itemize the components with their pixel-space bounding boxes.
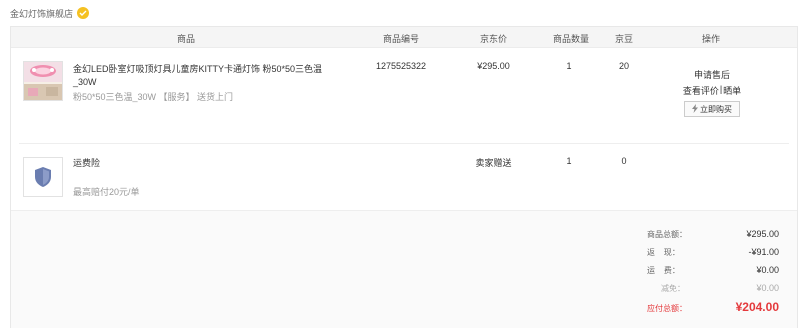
discount-value: ¥0.00	[756, 283, 779, 293]
view-review-link[interactable]: 查看评价	[683, 84, 719, 97]
total-value: ¥204.00	[735, 300, 779, 314]
product-title[interactable]: 金幻LED卧室灯吸顶灯具儿童房KITTY卡通灯饰 粉50*50三色温 _30W	[73, 63, 323, 89]
insurance-sub: 最高赔付20元/单	[73, 187, 140, 197]
goods-total-label: 商品总额：	[647, 230, 687, 239]
rebate-label: 返 现：	[647, 248, 680, 257]
shop-badge-icon	[77, 7, 90, 19]
insurance-title: 运费险	[73, 158, 101, 168]
goods-total-value: ¥295.00	[746, 229, 779, 239]
share-order-link[interactable]: 晒单	[723, 84, 741, 97]
header-price: 京东价	[479, 34, 507, 44]
apply-after-sale-link[interactable]: 申请售后	[683, 68, 741, 81]
buy-again-button[interactable]: 立即购买	[684, 101, 740, 117]
lightning-icon	[692, 103, 698, 115]
product-title-line1[interactable]: 金幻LED卧室灯吸顶灯具儿童房KITTY卡通灯饰 粉50*50三色温	[73, 63, 323, 76]
rebate-value: -¥91.00	[748, 247, 779, 257]
link-separator: |	[719, 84, 723, 94]
header-action: 操作	[701, 34, 720, 44]
insurance-price: 卖家赠送	[475, 158, 512, 168]
insurance-beans: 0	[621, 156, 627, 166]
total-label: 应付总额：	[647, 304, 687, 313]
product-qty: 1	[566, 61, 572, 71]
order-summary: 商品总额： ¥295.00 返 现： -¥91.00 运 费： ¥0.00 减免…	[11, 210, 797, 328]
header-qty: 商品数量	[552, 34, 589, 44]
product-sku: 1275525322	[375, 61, 427, 71]
review-share-links: 查看评价 | 晒单	[671, 84, 753, 97]
table-header: 商品 商品编号 京东价 商品数量 京豆 操作	[11, 27, 797, 48]
shop-name[interactable]: 金幻灯饰旗舰店	[10, 7, 73, 20]
freight-value: ¥0.00	[756, 265, 779, 275]
buy-again-label: 立即购买	[700, 104, 732, 114]
product-image	[24, 62, 62, 100]
row-divider	[19, 143, 789, 144]
discount-label: 减免：	[661, 284, 685, 293]
shield-icon	[35, 167, 51, 187]
product-thumbnail[interactable]	[23, 61, 63, 101]
product-spec: 粉50*50三色温_30W 【服务】 送货上门	[73, 92, 234, 102]
header-beans: 京豆	[614, 34, 633, 44]
header-product: 商品	[176, 34, 195, 44]
shop-header: 金幻灯饰旗舰店	[10, 6, 90, 20]
order-box: 商品 商品编号 京东价 商品数量 京豆 操作 金幻LED卧室灯吸顶灯具儿童房KI…	[10, 26, 798, 328]
insurance-qty: 1	[566, 156, 572, 166]
freight-label: 运 费：	[647, 266, 680, 275]
product-title-line2[interactable]: _30W	[73, 76, 323, 89]
insurance-thumbnail	[23, 157, 63, 197]
header-sku: 商品编号	[382, 34, 419, 44]
product-beans: 20	[618, 61, 629, 71]
product-price: ¥295.00	[477, 61, 510, 71]
